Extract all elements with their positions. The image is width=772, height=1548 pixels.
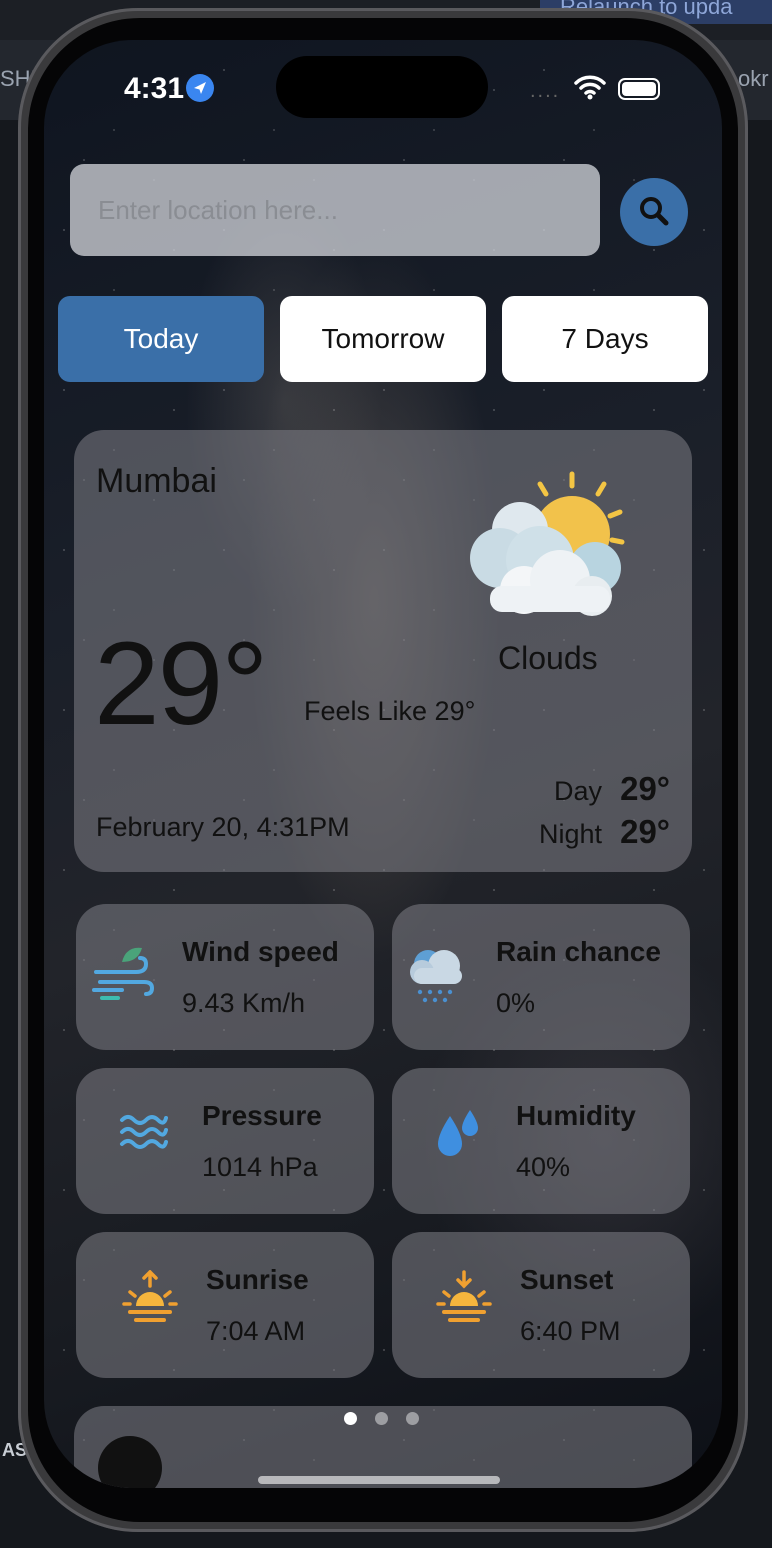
night-temp: 29°: [620, 813, 670, 850]
home-indicator[interactable]: [258, 1476, 500, 1484]
droplets-icon: [432, 1106, 484, 1167]
wind-icon: [92, 942, 156, 1011]
date-time: February 20, 4:31PM: [96, 812, 350, 842]
sunrise-value: 7:04 AM: [206, 1316, 306, 1346]
signal-dots: ....: [530, 80, 561, 102]
waves-icon: [118, 1106, 170, 1163]
page-indicator[interactable]: [344, 1412, 419, 1425]
rain-chance-card: Rain chance 0%: [392, 904, 690, 1050]
feels-like: Feels Like 29°: [304, 696, 476, 726]
day-label: Day: [553, 776, 602, 806]
day-temp-row: Day 29°: [554, 770, 670, 808]
partly-cloudy-icon: [460, 468, 630, 623]
location-search-input[interactable]: [70, 164, 600, 256]
search-icon: [637, 194, 671, 231]
dynamic-island: [276, 56, 488, 118]
page-dot-3[interactable]: [406, 1412, 419, 1425]
rain-chance-title: Rain chance: [496, 936, 661, 967]
night-temp-row: Night 29°: [539, 813, 670, 851]
wind-speed-card: Wind speed 9.43 Km/h: [76, 904, 374, 1050]
wind-speed-value: 9.43 Km/h: [182, 988, 306, 1018]
location-arrow-icon: [186, 74, 214, 102]
battery-icon: [618, 78, 660, 100]
day-temp: 29°: [620, 770, 670, 807]
rain-chance-value: 0%: [496, 988, 536, 1018]
humidity-card: Humidity 40%: [392, 1068, 690, 1214]
page-dot-2[interactable]: [375, 1412, 388, 1425]
pressure-title: Pressure: [202, 1100, 322, 1131]
current-weather-card: Mumbai Clouds 29° Feels Like 29° Februar…: [74, 430, 692, 872]
wind-speed-title: Wind speed: [182, 936, 339, 967]
rain-cloud-icon: [404, 942, 470, 1011]
tab-today[interactable]: Today: [58, 296, 264, 382]
pressure-card: Pressure 1014 hPa: [76, 1068, 374, 1214]
status-time: 4:31: [124, 72, 185, 105]
page-dot-1[interactable]: [344, 1412, 357, 1425]
sunset-value: 6:40 PM: [520, 1316, 621, 1346]
pressure-value: 1014 hPa: [202, 1152, 318, 1182]
sunset-title: Sunset: [520, 1264, 614, 1295]
tab-tomorrow[interactable]: Tomorrow: [280, 296, 486, 382]
current-temperature: 29°: [94, 618, 268, 750]
tab-7-days[interactable]: 7 Days: [502, 296, 708, 382]
phone-screen: 4:31 .... Today Tomorrow 7 Days Mumbai: [44, 40, 722, 1488]
humidity-title: Humidity: [516, 1100, 636, 1131]
night-label: Night: [538, 819, 602, 849]
wifi-icon: [574, 74, 606, 105]
sunrise-icon: [122, 1269, 178, 1331]
search-button[interactable]: [620, 178, 688, 246]
forecast-avatar: [98, 1436, 162, 1488]
desktop-right-label: okr: [738, 66, 769, 91]
sunset-icon: [436, 1270, 492, 1331]
sunrise-title: Sunrise: [206, 1264, 309, 1295]
city-name: Mumbai: [96, 462, 217, 500]
condition-label: Clouds: [498, 640, 598, 676]
humidity-value: 40%: [516, 1152, 571, 1182]
sunrise-card: Sunrise 7:04 AM: [76, 1232, 374, 1378]
sunset-card: Sunset 6:40 PM: [392, 1232, 690, 1378]
